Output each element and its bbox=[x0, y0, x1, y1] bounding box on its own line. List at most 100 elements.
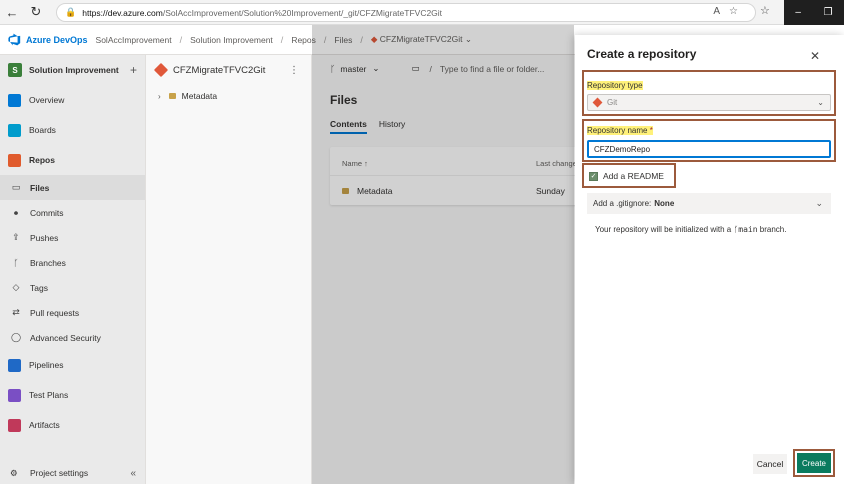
repos-icon bbox=[8, 153, 21, 167]
init-info-text: Your repository will be initialized with… bbox=[595, 225, 786, 234]
collapse-nav-icon[interactable]: « bbox=[130, 468, 136, 479]
modal-overlay[interactable] bbox=[312, 25, 574, 484]
breadcrumb-project[interactable]: Solution Improvement bbox=[190, 35, 273, 45]
address-actions[interactable]: A☆ bbox=[713, 6, 747, 17]
sidebar-item-advanced-security[interactable]: ◯ Advanced Security bbox=[0, 325, 145, 350]
sidebar-item-label: Overview bbox=[29, 95, 65, 105]
pull-request-icon: ⇄ bbox=[12, 307, 20, 317]
boards-icon bbox=[8, 123, 21, 137]
sidebar-item-label: Repos bbox=[29, 155, 55, 165]
repo-name-label-text: Repository name bbox=[587, 126, 648, 135]
add-readme-label: Add a README bbox=[603, 171, 664, 181]
artifacts-icon bbox=[8, 418, 21, 432]
create-button[interactable]: Create bbox=[797, 453, 831, 473]
app-name[interactable]: Azure DevOps bbox=[26, 35, 88, 45]
push-icon: ⇪ bbox=[12, 232, 20, 242]
browser-toolbar: ← ↻ 🔒 https://dev.azure.com/SolAccImprov… bbox=[0, 0, 844, 25]
info-suffix: branch. bbox=[759, 225, 787, 234]
sidebar-item-label: Boards bbox=[29, 125, 56, 135]
cancel-button[interactable]: Cancel bbox=[753, 454, 787, 474]
url-path: /SolAccImprovement/Solution%20Improvemen… bbox=[162, 7, 443, 18]
add-readme-checkbox-row[interactable]: ✓ Add a README bbox=[589, 171, 664, 181]
repo-type-value: Git bbox=[607, 98, 618, 107]
address-bar[interactable]: 🔒 https://dev.azure.com/SolAccImprovemen… bbox=[56, 3, 756, 22]
tree-item-metadata[interactable]: › Metadata bbox=[146, 85, 311, 107]
sidebar-item-pipelines[interactable]: Pipelines bbox=[0, 350, 145, 380]
sidebar-item-tags[interactable]: ◇ Tags bbox=[0, 275, 145, 300]
url-host: https://dev.azure.com bbox=[82, 7, 163, 18]
window-controls: – ❐ bbox=[784, 0, 844, 25]
sidebar-item-label: Branches bbox=[30, 257, 66, 268]
project-settings[interactable]: ⚙ Project settings « bbox=[0, 462, 146, 484]
sidebar-item-label: Pushes bbox=[30, 232, 59, 243]
git-icon bbox=[592, 97, 603, 108]
sidebar-item-repos[interactable]: Repos bbox=[0, 145, 145, 175]
commit-icon: ⦁ bbox=[13, 207, 19, 217]
sidebar-item-branches[interactable]: ᚴ Branches bbox=[0, 250, 145, 275]
repo-name-input[interactable]: CFZDemoRepo bbox=[587, 140, 831, 158]
folder-icon bbox=[168, 93, 176, 99]
maximize-icon[interactable]: ❐ bbox=[824, 7, 833, 18]
sidebar-item-overview[interactable]: Overview bbox=[0, 85, 145, 115]
create-repository-dialog: Create a repository ✕ Repository type Gi… bbox=[575, 35, 844, 484]
azure-devops-logo-icon[interactable] bbox=[8, 33, 21, 46]
project-header[interactable]: S Solution Improvement + bbox=[0, 55, 145, 85]
gitignore-select[interactable]: Add a .gitignore: None ⌄ bbox=[587, 193, 831, 214]
chevron-right-icon[interactable]: › bbox=[158, 92, 161, 101]
chevron-down-icon: ⌄ bbox=[815, 198, 823, 208]
add-readme-checkbox[interactable]: ✓ bbox=[589, 171, 598, 181]
tree-item-label: Metadata bbox=[181, 91, 218, 101]
project-settings-label: Project settings bbox=[30, 468, 89, 478]
sidebar-item-label: Advanced Security bbox=[30, 332, 101, 343]
sidebar-item-pull-requests[interactable]: ⇄ Pull requests bbox=[0, 300, 145, 325]
info-prefix: Your repository will be initialized with… bbox=[595, 225, 732, 234]
chevron-down-icon: ⌄ bbox=[817, 98, 824, 107]
test-plans-icon bbox=[8, 388, 21, 402]
lock-icon: 🔒 bbox=[65, 7, 77, 17]
repo-tree-pane: CFZMigrateTFVC2Git ⋮ › Metadata bbox=[146, 55, 312, 484]
branch-icon: ᚴ bbox=[13, 257, 19, 268]
sidebar-item-artifacts[interactable]: Artifacts bbox=[0, 410, 145, 440]
shield-icon: ◯ bbox=[10, 332, 22, 342]
gear-icon: ⚙ bbox=[10, 467, 18, 478]
info-branch-name: main bbox=[738, 225, 758, 234]
minimize-icon[interactable]: – bbox=[795, 7, 801, 18]
sidebar-item-boards[interactable]: Boards bbox=[0, 115, 145, 145]
favorite-star-icon[interactable]: ☆ bbox=[729, 6, 747, 17]
required-marker: * bbox=[649, 126, 653, 135]
gitignore-label: Add a .gitignore: bbox=[593, 199, 652, 208]
pipelines-icon bbox=[8, 358, 21, 372]
repo-selector[interactable]: CFZMigrateTFVC2Git ⋮ bbox=[146, 55, 311, 85]
project-name: Solution Improvement bbox=[29, 65, 119, 75]
sidebar-item-pushes[interactable]: ⇪ Pushes bbox=[0, 225, 145, 250]
sidebar-item-label: Tags bbox=[30, 282, 48, 293]
dialog-title: Create a repository bbox=[587, 47, 697, 61]
breadcrumb-separator: / bbox=[179, 34, 183, 45]
refresh-icon[interactable]: ↻ bbox=[24, 0, 48, 25]
sidebar-item-label: Pipelines bbox=[29, 360, 64, 370]
file-icon: ▭ bbox=[11, 182, 21, 192]
repo-name-label: Repository name * bbox=[587, 126, 653, 135]
overview-icon bbox=[8, 93, 21, 107]
repo-type-label: Repository type bbox=[587, 81, 643, 90]
sidebar-item-label: Pull requests bbox=[30, 307, 80, 318]
gitignore-value: None bbox=[654, 199, 675, 208]
repo-name: CFZMigrateTFVC2Git bbox=[173, 64, 266, 76]
repo-type-label-text: Repository type bbox=[587, 81, 643, 90]
close-icon[interactable]: ✕ bbox=[810, 49, 820, 63]
project-avatar: S bbox=[8, 63, 22, 77]
add-icon[interactable]: + bbox=[130, 63, 137, 77]
sidebar-item-label: Test Plans bbox=[29, 390, 69, 400]
left-nav: S Solution Improvement + Overview Boards… bbox=[0, 55, 146, 484]
favorites-icon[interactable]: ☆ bbox=[760, 4, 770, 17]
read-aloud-icon[interactable]: A bbox=[713, 6, 729, 17]
more-options-icon[interactable]: ⋮ bbox=[289, 65, 299, 76]
sidebar-item-commits[interactable]: ⦁ Commits bbox=[0, 200, 145, 225]
back-icon[interactable]: ← bbox=[0, 0, 24, 25]
repo-type-select[interactable]: Git ⌄ bbox=[587, 94, 831, 111]
breadcrumb-org[interactable]: SolAccImprovement bbox=[96, 35, 172, 45]
git-repo-icon bbox=[153, 62, 169, 78]
sidebar-item-test-plans[interactable]: Test Plans bbox=[0, 380, 145, 410]
sidebar-item-files[interactable]: ▭ Files bbox=[0, 175, 145, 200]
sidebar-item-label: Commits bbox=[30, 207, 64, 218]
